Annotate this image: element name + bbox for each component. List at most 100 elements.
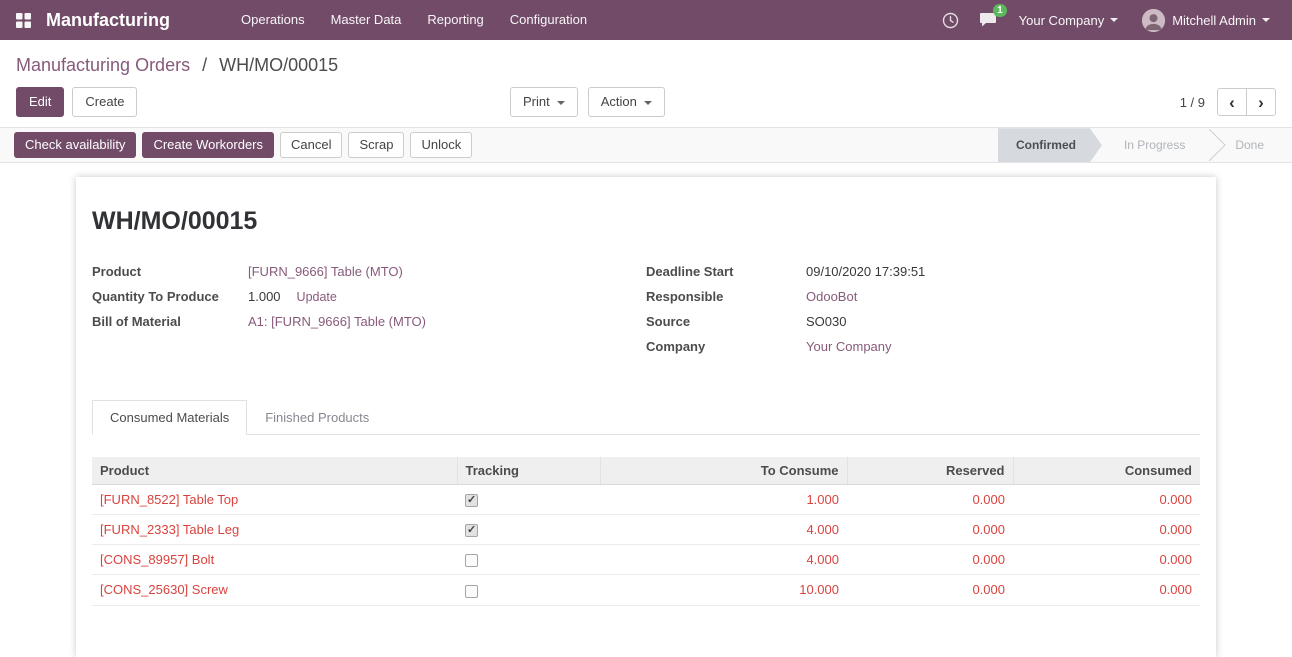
product-cell[interactable]: [FURN_2333] Table Leg <box>92 514 457 546</box>
to-consume-cell: 4.000 <box>600 544 847 576</box>
col-header-tracking[interactable]: Tracking <box>456 457 600 486</box>
reserved-cell: 0.000 <box>847 514 1013 546</box>
pager-previous-button[interactable]: ‹ <box>1217 88 1247 117</box>
tracking-checkbox[interactable] <box>465 493 478 508</box>
to-consume-cell: 1.000 <box>600 484 847 516</box>
create-button[interactable]: Create <box>72 87 138 118</box>
table-row[interactable]: [CONS_25630] Screw 10.000 0.000 0.000 <box>92 574 1200 606</box>
consumed-cell: 0.000 <box>1013 544 1200 576</box>
tracking-checkbox[interactable] <box>465 523 478 538</box>
field-label-quantity: Quantity To Produce <box>92 289 219 305</box>
col-header-to-consume[interactable]: To Consume <box>599 457 847 486</box>
record-title: WH/MO/00015 <box>92 207 258 236</box>
breadcrumb: Manufacturing Orders / WH/MO/00015 <box>0 40 1292 81</box>
cancel-button[interactable]: Cancel <box>280 132 343 159</box>
table-header-row: Product Tracking To Consume Reserved Con… <box>92 457 1200 486</box>
apps-grid-icon <box>15 12 31 28</box>
apps-menu-button[interactable] <box>0 0 46 40</box>
action-menus: Print Action <box>510 87 665 118</box>
table-row[interactable]: [FURN_8522] Table Top 1.000 0.000 0.000 <box>92 484 1200 516</box>
breadcrumb-current: WH/MO/00015 <box>219 55 339 75</box>
consumed-cell: 0.000 <box>1013 484 1200 516</box>
field-row-company: Company Your Company <box>646 339 1200 354</box>
field-value-responsible[interactable]: OdooBot <box>806 289 857 304</box>
tracking-cell <box>457 484 600 516</box>
field-row-quantity: Quantity To Produce 1.000 Update <box>92 289 646 304</box>
status-step-in-progress[interactable]: In Progress <box>1102 128 1207 162</box>
tracking-cell <box>457 574 600 606</box>
field-label-source: Source <box>646 314 691 330</box>
app-window: Manufacturing Operations Master Data Rep… <box>0 0 1292 657</box>
unlock-button[interactable]: Unlock <box>410 132 473 159</box>
notebook-tabs: Consumed Materials Finished Products <box>92 400 1200 436</box>
left-field-group: Product [FURN_9666] Table (MTO) Quantity… <box>92 264 646 364</box>
tab-finished-products[interactable]: Finished Products <box>247 400 387 435</box>
right-field-group: Deadline Start 09/10/2020 17:39:51 Respo… <box>646 264 1200 364</box>
edit-button[interactable]: Edit <box>16 87 65 118</box>
col-header-product[interactable]: Product <box>92 457 457 486</box>
control-panel: Edit Create Print Action 1 / 9 ‹ › <box>0 81 1292 127</box>
tracking-checkbox[interactable] <box>465 554 478 568</box>
chevron-down-icon <box>1262 18 1270 22</box>
field-label-company: Company <box>646 339 706 355</box>
product-cell[interactable]: [FURN_8522] Table Top <box>92 484 457 516</box>
table-row[interactable]: [FURN_2333] Table Leg 4.000 0.000 0.000 <box>92 514 1200 546</box>
table-row[interactable]: [CONS_89957] Bolt 4.000 0.000 0.000 <box>92 544 1200 576</box>
tracking-cell <box>457 544 600 576</box>
product-cell[interactable]: [CONS_25630] Screw <box>92 574 457 606</box>
pager-buttons: ‹ › <box>1217 88 1276 117</box>
update-quantity-link[interactable]: Update <box>297 290 337 304</box>
field-label-product: Product <box>92 264 142 280</box>
check-availability-button[interactable]: Check availability <box>14 132 137 159</box>
status-pipeline: Confirmed In Progress Done <box>998 128 1282 162</box>
field-value-bom[interactable]: A1: [FURN_9666] Table (MTO) <box>248 314 426 329</box>
field-label-responsible: Responsible <box>646 289 724 305</box>
messages-badge: 1 <box>993 4 1007 17</box>
tab-consumed-materials[interactable]: Consumed Materials <box>92 400 248 436</box>
create-workorders-button[interactable]: Create Workorders <box>142 132 275 159</box>
status-step-confirmed[interactable]: Confirmed <box>998 128 1102 162</box>
col-header-consumed[interactable]: Consumed <box>1012 457 1200 486</box>
field-row-deadline: Deadline Start 09/10/2020 17:39:51 <box>646 264 1200 279</box>
reserved-cell: 0.000 <box>847 544 1013 576</box>
to-consume-cell: 4.000 <box>600 514 847 546</box>
company-name: Your Company <box>1018 12 1105 28</box>
scrap-button[interactable]: Scrap <box>348 132 405 159</box>
reserved-cell: 0.000 <box>847 574 1013 606</box>
form-sheet: WH/MO/00015 Product [FURN_9666] Table (M… <box>76 177 1216 657</box>
pager-value: 1 / 9 <box>1179 94 1205 110</box>
user-silhouette-icon <box>1142 8 1166 32</box>
app-name[interactable]: Manufacturing <box>46 10 170 31</box>
menu-operations[interactable]: Operations <box>228 0 318 40</box>
systray: 1 Your Company Mitchell Admin <box>932 0 1292 40</box>
field-label-deadline: Deadline Start <box>646 264 734 280</box>
field-value-product[interactable]: [FURN_9666] Table (MTO) <box>248 264 403 279</box>
action-menu-button[interactable]: Action <box>587 87 665 118</box>
field-value-company[interactable]: Your Company <box>806 339 892 354</box>
tracking-checkbox[interactable] <box>465 584 478 598</box>
reserved-cell: 0.000 <box>847 484 1013 516</box>
top-menu: Operations Master Data Reporting Configu… <box>228 0 600 40</box>
avatar <box>1142 8 1166 32</box>
company-switcher[interactable]: Your Company <box>1007 0 1131 40</box>
status-step-done[interactable]: Done <box>1207 128 1282 162</box>
chevron-down-icon <box>643 100 652 105</box>
statusbar: Check availability Create Workorders Can… <box>0 127 1292 164</box>
breadcrumb-parent-link[interactable]: Manufacturing Orders <box>16 55 190 75</box>
pager-next-button[interactable]: › <box>1246 88 1276 117</box>
form-view: WH/MO/00015 Product [FURN_9666] Table (M… <box>0 163 1292 657</box>
menu-master-data[interactable]: Master Data <box>318 0 415 40</box>
consumed-cell: 0.000 <box>1013 574 1200 606</box>
product-cell[interactable]: [CONS_89957] Bolt <box>92 544 457 576</box>
field-value-source: SO030 <box>806 314 847 330</box>
activity-menu[interactable] <box>932 0 969 40</box>
menu-reporting[interactable]: Reporting <box>414 0 496 40</box>
menu-configuration[interactable]: Configuration <box>497 0 600 40</box>
messages-menu[interactable]: 1 <box>969 0 1007 40</box>
col-header-reserved[interactable]: Reserved <box>846 457 1013 486</box>
chevron-down-icon <box>556 100 565 105</box>
field-groups: Product [FURN_9666] Table (MTO) Quantity… <box>92 264 1200 364</box>
print-menu-button[interactable]: Print <box>510 87 578 118</box>
action-label: Action <box>600 94 637 109</box>
user-menu[interactable]: Mitchell Admin <box>1130 0 1282 40</box>
